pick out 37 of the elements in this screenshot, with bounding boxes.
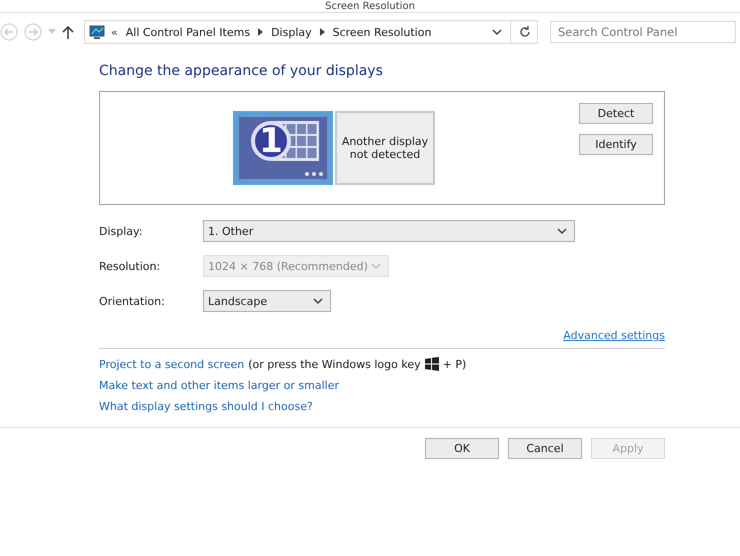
dialog-button[interactable]: OK: [425, 438, 499, 459]
help-link[interactable]: What display settings should I choose?: [99, 400, 313, 413]
monitor-tile[interactable]: Another display not detected: [335, 111, 435, 185]
field-label: Resolution:: [99, 260, 162, 272]
monitor-icon: [89, 24, 105, 40]
display-number: 1: [251, 121, 291, 161]
search-field[interactable]: Search Control Panel: [550, 21, 736, 43]
field-label: Orientation:: [99, 294, 166, 308]
shortcut-note: (or press the Windows logo key: [248, 358, 421, 370]
breadcrumb[interactable]: All Control Panel Items: [126, 26, 250, 38]
dots-icon: [305, 172, 323, 176]
shortcut-note: + P): [442, 358, 466, 370]
chevron-down-icon: [557, 228, 567, 234]
chevron-down-icon: [313, 298, 323, 304]
breadcrumb-arrow-icon[interactable]: [258, 28, 264, 36]
up-arrow-icon[interactable]: [62, 25, 74, 39]
panel-button[interactable]: Detect: [579, 103, 653, 124]
chevron-down-icon: [371, 262, 381, 270]
field-label: Display:: [99, 224, 144, 238]
breadcrumb-arrow-icon[interactable]: [320, 28, 325, 36]
help-link[interactable]: Make text and other items larger or smaller: [99, 379, 339, 392]
refresh-icon[interactable]: [519, 26, 531, 38]
address-bar[interactable]: « All Control Panel Items Display Screen Resolution: [84, 20, 538, 44]
windows-logo-icon: [424, 357, 439, 371]
dropdown-field[interactable]: 1. Other: [203, 220, 575, 242]
advanced-settings-link[interactable]: Advanced settings: [563, 329, 665, 342]
breadcrumb[interactable]: Screen Resolution: [332, 26, 432, 38]
monitor-tile[interactable]: 1: [233, 111, 333, 185]
dialog-button[interactable]: Cancel: [508, 438, 582, 459]
history-caret-icon[interactable]: [492, 28, 502, 36]
breadcrumb[interactable]: Display: [271, 26, 312, 38]
page-heading: Change the appearance of your displays: [99, 63, 384, 79]
panel-button[interactable]: Identify: [579, 134, 653, 155]
window-title: Screen Resolution: [325, 1, 415, 12]
overflow-chevron[interactable]: «: [111, 26, 118, 38]
help-link[interactable]: Project to a second screen: [99, 358, 244, 370]
dropdown-field[interactable]: Landscape: [203, 290, 331, 312]
